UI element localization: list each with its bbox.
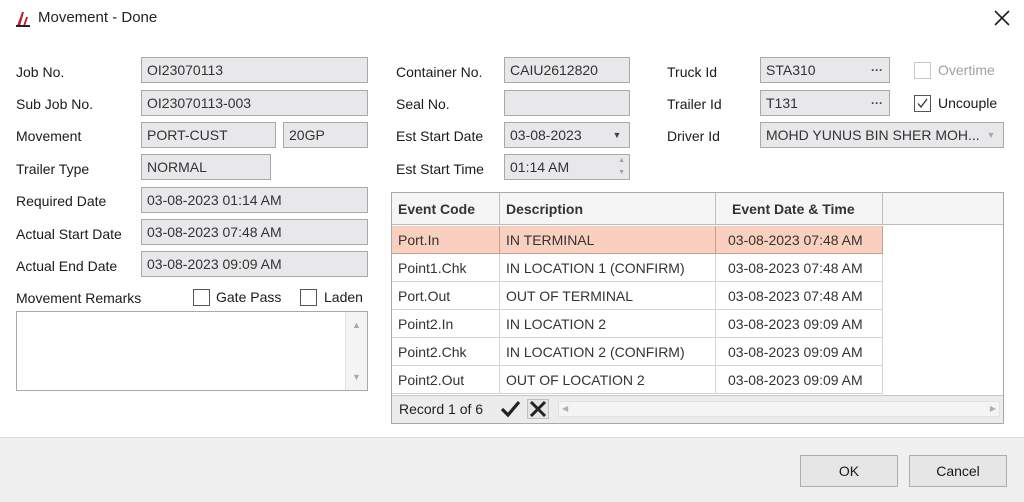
scroll-up-arrow-icon[interactable]: ▲ (352, 320, 361, 330)
description-cell: IN LOCATION 1 (CONFIRM) (500, 254, 716, 282)
event-code-cell: Point2.Chk (392, 338, 500, 366)
trailer-type-field[interactable]: NORMAL (141, 154, 271, 180)
est-start-time-spinner[interactable]: 01:14 AM ▲ ▼ (504, 154, 630, 180)
description-cell: OUT OF TERMINAL (500, 282, 716, 310)
spin-down-icon[interactable]: ▼ (618, 168, 625, 178)
trailer-id-field[interactable]: T131 ··· (760, 90, 890, 116)
remarks-scrollbar[interactable]: ▲ ▼ (345, 312, 367, 390)
est-start-date-label: Est Start Date (396, 128, 484, 144)
events-grid[interactable]: Event Code Description Event Date & Time… (391, 192, 1004, 424)
driver-id-label: Driver Id (667, 128, 720, 144)
event-code-cell: Point1.Chk (392, 254, 500, 282)
truck-id-field[interactable]: STA310 ··· (760, 57, 890, 83)
est-start-time-value: 01:14 AM (510, 159, 570, 175)
container-size-field[interactable]: 20GP (283, 122, 368, 148)
required-date-field[interactable]: 03-08-2023 01:14 AM (141, 187, 368, 213)
cancel-x-icon[interactable] (527, 399, 549, 419)
column-header-event-date-time[interactable]: Event Date & Time (716, 193, 883, 225)
app-logo-icon (14, 10, 32, 28)
table-row[interactable]: Point2.Out OUT OF LOCATION 2 03-08-2023 … (392, 366, 883, 394)
description-cell: IN TERMINAL (500, 226, 716, 254)
ok-button[interactable]: OK (800, 455, 898, 487)
laden-checkbox[interactable] (300, 289, 317, 306)
required-date-label: Required Date (16, 193, 107, 209)
container-no-label: Container No. (396, 64, 483, 80)
laden-label: Laden (324, 289, 363, 305)
event-code-cell: Point2.In (392, 310, 500, 338)
column-header-description[interactable]: Description (500, 193, 716, 225)
actual-end-date-label: Actual End Date (16, 258, 118, 274)
event-code-cell: Point2.Out (392, 366, 500, 394)
seal-no-field[interactable] (504, 90, 630, 116)
spin-up-icon[interactable]: ▲ (618, 156, 625, 166)
event-datetime-cell: 03-08-2023 07:48 AM (716, 226, 883, 254)
description-cell: OUT OF LOCATION 2 (500, 366, 716, 394)
job-no-label: Job No. (16, 64, 65, 80)
seal-no-label: Seal No. (396, 96, 450, 112)
trailer-id-value: T131 (766, 95, 798, 111)
close-icon[interactable] (991, 7, 1013, 29)
table-row[interactable]: Point2.Chk IN LOCATION 2 (CONFIRM) 03-08… (392, 338, 883, 366)
event-code-cell: Port.Out (392, 282, 500, 310)
actual-start-date-field[interactable]: 03-08-2023 07:48 AM (141, 219, 368, 245)
scroll-left-arrow-icon[interactable]: ◀ (562, 402, 568, 416)
movement-remarks-label: Movement Remarks (16, 290, 142, 306)
trailer-id-lookup-button[interactable]: ··· (867, 91, 887, 115)
record-count: Record 1 of 6 (399, 401, 484, 417)
confirm-check-icon[interactable] (499, 399, 521, 419)
driver-id-value: MOHD YUNUS BIN SHER MOH... (766, 127, 980, 143)
event-datetime-cell: 03-08-2023 07:48 AM (716, 254, 883, 282)
chevron-down-icon[interactable]: ▼ (607, 123, 627, 147)
uncouple-checkbox[interactable] (914, 95, 931, 112)
job-no-field[interactable]: OI23070113 (141, 57, 368, 83)
column-header-event-code[interactable]: Event Code (392, 193, 500, 225)
uncouple-label: Uncouple (938, 95, 998, 111)
event-code-cell: Port.In (392, 226, 500, 254)
window-title: Movement - Done (38, 9, 158, 26)
table-row[interactable]: Point1.Chk IN LOCATION 1 (CONFIRM) 03-08… (392, 254, 883, 282)
trailer-type-label: Trailer Type (16, 161, 90, 177)
est-start-time-label: Est Start Time (396, 161, 484, 177)
table-row[interactable]: Port.Out OUT OF TERMINAL 03-08-2023 07:4… (392, 282, 883, 310)
scroll-right-arrow-icon[interactable]: ▶ (990, 402, 996, 416)
actual-end-date-field[interactable]: 03-08-2023 09:09 AM (141, 251, 368, 277)
column-header-filler (883, 193, 1003, 225)
movement-remarks-textarea[interactable]: ▲ ▼ (16, 311, 368, 391)
overtime-checkbox[interactable] (914, 62, 931, 79)
movement-field[interactable]: PORT-CUST (141, 122, 276, 148)
event-datetime-cell: 03-08-2023 07:48 AM (716, 282, 883, 310)
est-start-date-value: 03-08-2023 (510, 127, 582, 143)
gate-pass-checkbox[interactable] (193, 289, 210, 306)
est-start-date-dropdown[interactable]: 03-08-2023 ▼ (504, 122, 630, 148)
event-datetime-cell: 03-08-2023 09:09 AM (716, 338, 883, 366)
description-cell: IN LOCATION 2 (CONFIRM) (500, 338, 716, 366)
grid-pager: Record 1 of 6 ◀ ▶ (392, 395, 1003, 423)
container-no-field[interactable]: CAIU2612820 (504, 57, 630, 83)
truck-id-lookup-button[interactable]: ··· (867, 58, 887, 82)
overtime-label: Overtime (938, 62, 995, 78)
truck-id-value: STA310 (766, 62, 816, 78)
trailer-id-label: Trailer Id (667, 96, 722, 112)
actual-start-date-label: Actual Start Date (16, 226, 122, 242)
driver-id-dropdown[interactable]: MOHD YUNUS BIN SHER MOH... ▼ (760, 122, 1004, 148)
gate-pass-label: Gate Pass (216, 289, 282, 305)
event-datetime-cell: 03-08-2023 09:09 AM (716, 310, 883, 338)
table-row[interactable]: Point2.In IN LOCATION 2 03-08-2023 09:09… (392, 310, 883, 338)
table-row[interactable]: Port.In IN TERMINAL 03-08-2023 07:48 AM (392, 226, 883, 254)
grid-horizontal-scrollbar[interactable]: ◀ ▶ (558, 401, 1000, 417)
sub-job-no-label: Sub Job No. (16, 96, 94, 112)
cancel-button[interactable]: Cancel (909, 455, 1007, 487)
checkmark-icon (917, 98, 928, 109)
event-datetime-cell: 03-08-2023 09:09 AM (716, 366, 883, 394)
truck-id-label: Truck Id (667, 64, 718, 80)
chevron-down-icon[interactable]: ▼ (981, 123, 1001, 147)
movement-label: Movement (16, 128, 82, 144)
description-cell: IN LOCATION 2 (500, 310, 716, 338)
scroll-down-arrow-icon[interactable]: ▼ (352, 372, 361, 382)
sub-job-no-field[interactable]: OI23070113-003 (141, 90, 368, 116)
